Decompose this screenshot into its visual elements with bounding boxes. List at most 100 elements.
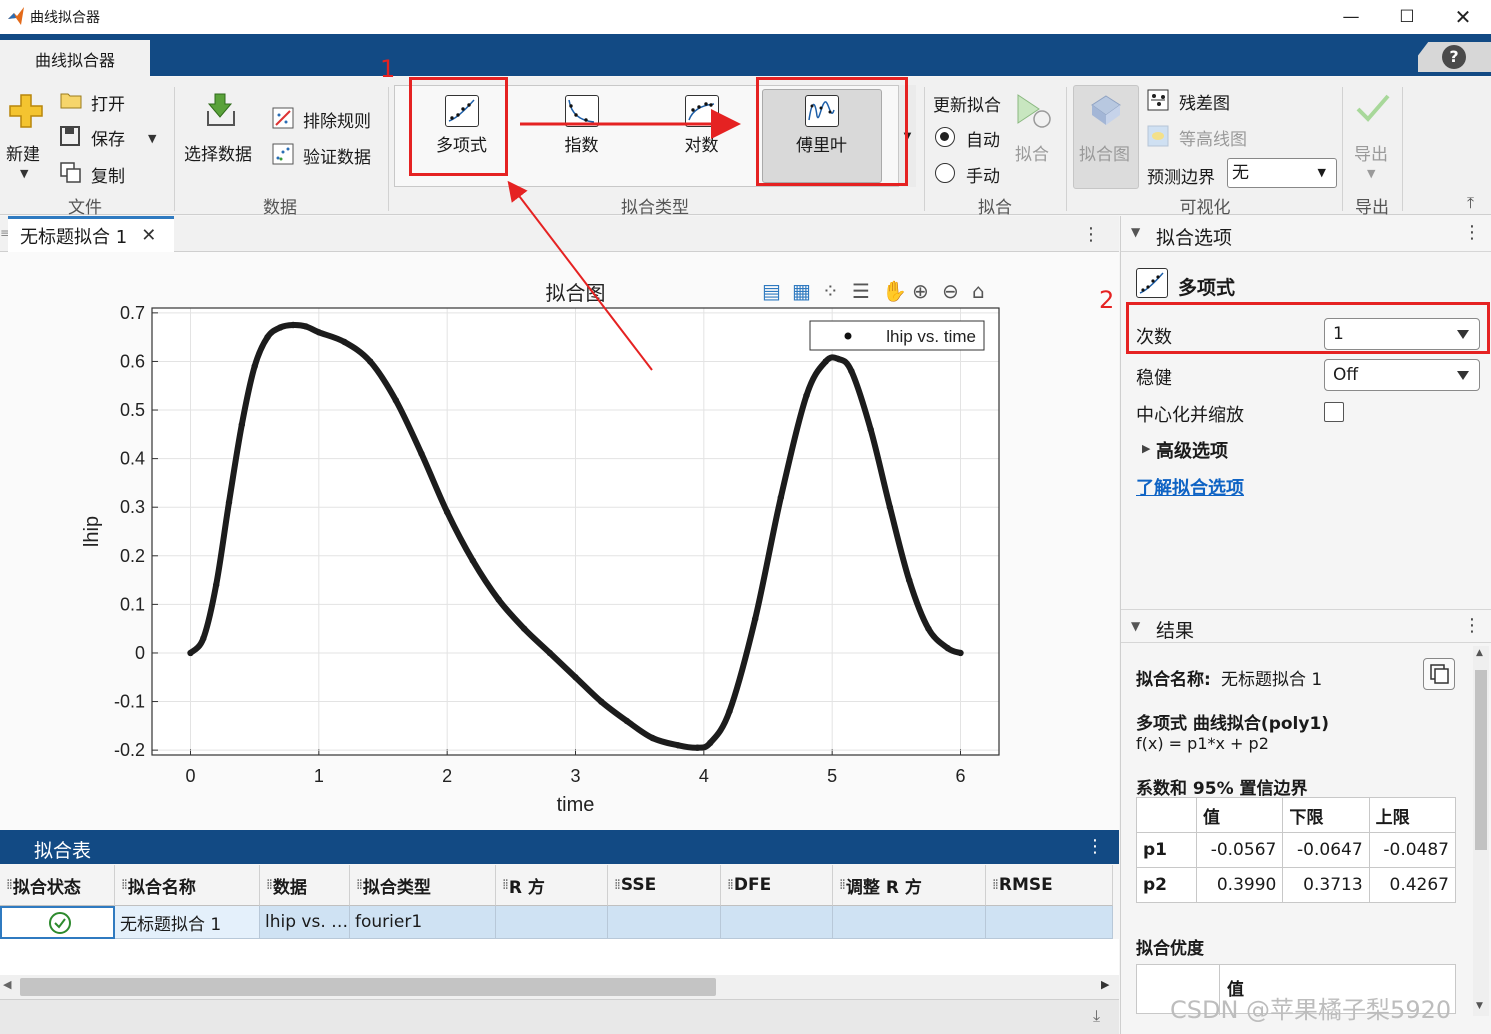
contour-plot-button[interactable]: 等高线图 (1179, 125, 1247, 150)
table-cell[interactable]: fourier1 (350, 906, 496, 939)
brush-icon[interactable]: ⁘ (822, 279, 839, 303)
validation-data-button[interactable]: 验证数据 (303, 143, 371, 168)
center-scale-checkbox[interactable] (1324, 402, 1344, 422)
table-cell[interactable] (721, 906, 833, 939)
tab-untitled-fit[interactable]: 无标题拟合 1 ✕ (8, 216, 174, 252)
column-header[interactable]: ⁞⁞ 数据 (260, 865, 350, 906)
pan-icon[interactable]: ✋ (882, 279, 907, 303)
collapse-arrow-icon: ▼ (1131, 619, 1141, 633)
column-header[interactable]: ⁞⁞ R 方 (496, 865, 608, 906)
table-cell[interactable] (496, 906, 608, 939)
help-icon[interactable]: ? (1442, 45, 1466, 69)
y-axis-label: lhip (81, 516, 103, 547)
results-scrollbar[interactable]: ▲ ▼ (1473, 646, 1489, 1016)
maximize-button[interactable]: ☐ (1379, 0, 1435, 34)
drag-grip-icon[interactable]: ⁞⁞ (839, 877, 846, 893)
fit-table-menu-icon[interactable]: ⋮ (1086, 836, 1104, 857)
scrollbar-thumb[interactable] (20, 978, 716, 996)
auto-radio[interactable] (935, 127, 955, 147)
chevron-down-icon (1457, 371, 1469, 380)
export-dropdown-icon[interactable]: ▼ (1367, 167, 1375, 180)
datatip-icon[interactable]: ☰ (852, 279, 870, 303)
degree-dropdown[interactable]: 1 (1324, 318, 1480, 350)
drag-grip-icon[interactable]: ⁞⁞ (992, 877, 999, 893)
advanced-options-toggle[interactable]: 高级选项 (1156, 437, 1228, 463)
save-dropdown-icon[interactable]: ▼ (148, 132, 156, 145)
table-cell[interactable] (986, 906, 1113, 939)
data-point (366, 358, 374, 365)
zoom-in-icon[interactable]: ⊕ (912, 279, 929, 303)
column-header[interactable]: ⁞⁞ DFE (721, 865, 833, 906)
fit-options-menu-icon[interactable]: ⋮ (1463, 222, 1481, 243)
home-icon[interactable]: ⌂ (972, 279, 985, 303)
column-header[interactable]: ⁞⁞ 拟合类型 (350, 865, 496, 906)
new-dropdown-icon[interactable]: ▼ (20, 167, 28, 180)
drag-grip-icon[interactable]: ⁞⁞ (727, 877, 734, 893)
data-point (694, 744, 701, 751)
data-point (546, 649, 554, 657)
scroll-right-icon[interactable]: ▶ (1101, 978, 1109, 991)
column-header[interactable]: ⁞⁞ 调整 R 方 (833, 865, 986, 906)
zoom-out-icon[interactable]: ⊖ (942, 279, 959, 303)
table-cell[interactable]: 无标题拟合 1 (115, 906, 260, 939)
drag-grip-icon[interactable]: ⁞⁞ (6, 877, 13, 893)
tab-curve-fitter[interactable]: 曲线拟合器 (0, 40, 150, 77)
drag-grip-icon[interactable]: ⁞⁞ (121, 877, 128, 893)
column-header[interactable]: ⁞⁞ 拟合状态 (0, 865, 115, 906)
fit-play-icon (1017, 94, 1051, 128)
exponential-icon (564, 95, 599, 127)
model-title: 多项式 曲线拟合(poly1) (1136, 714, 1330, 734)
minimize-button[interactable]: — (1323, 0, 1379, 34)
close-tab-icon[interactable]: ✕ (141, 225, 156, 246)
scrollbar-thumb[interactable] (1475, 670, 1487, 850)
drag-grip-icon[interactable]: ⁞⁞ (502, 877, 509, 893)
fit-type-logarithmic[interactable]: 对数 (649, 85, 754, 181)
new-plus-icon (9, 94, 43, 128)
expand-arrow-icon: ▶ (1142, 442, 1151, 455)
grid-icon[interactable]: ▦ (792, 279, 811, 303)
drag-grip-icon[interactable]: ⁞⁞ (614, 877, 621, 893)
drag-grip-icon[interactable]: ⁞⁞ (356, 877, 363, 893)
legend-icon[interactable]: ▤ (762, 279, 781, 303)
collapse-toolstrip-icon[interactable]: ⤒ (1467, 193, 1474, 213)
close-window-button[interactable]: ✕ (1435, 0, 1491, 34)
table-cell[interactable] (608, 906, 721, 939)
scroll-left-icon[interactable]: ◀ (3, 978, 11, 991)
fit-button[interactable]: 拟合 (1015, 140, 1049, 165)
learn-fit-options-link[interactable]: 了解拟合选项 (1136, 474, 1244, 500)
robust-dropdown[interactable]: Off (1324, 359, 1480, 391)
results-header[interactable]: ▼ 结果 ⋮ (1121, 609, 1491, 643)
new-button[interactable]: 新建 (6, 140, 40, 165)
select-data-button[interactable]: 选择数据 (184, 140, 252, 165)
prediction-bounds-dropdown[interactable]: 无 ▼ (1227, 158, 1337, 188)
fit-chart[interactable]: 0 1 2 3 4 5 6 0.7 0.6 0.5 0.4 0.3 0.2 0.1 0 -0.1 -0.2 拟合图… (0, 252, 1119, 830)
column-header[interactable]: ⁞⁞ 拟合名称 (115, 865, 260, 906)
residual-plot-button[interactable]: 残差图 (1179, 89, 1230, 114)
manual-radio[interactable] (935, 163, 955, 183)
fit-options-header[interactable]: ▼ 拟合选项 ⋮ (1121, 216, 1491, 252)
table-cell[interactable] (833, 906, 986, 939)
fit-type-exponential[interactable]: 指数 (529, 85, 634, 181)
collapse-arrow-icon: ▼ (1131, 225, 1141, 239)
document-menu-icon[interactable]: ⋮ (1082, 224, 1100, 245)
column-header[interactable]: ⁞⁞ SSE (608, 865, 721, 906)
exclusion-rules-button[interactable]: 排除规则 (303, 107, 371, 132)
horizontal-scrollbar[interactable]: ◀ ▶ (0, 975, 1119, 999)
collapse-panel-icon[interactable]: ⤓ (1093, 1006, 1100, 1026)
scroll-down-icon[interactable]: ▼ (1476, 1001, 1483, 1011)
scroll-up-icon[interactable]: ▲ (1476, 648, 1483, 658)
results-menu-icon[interactable]: ⋮ (1463, 615, 1481, 636)
data-point (225, 499, 233, 506)
save-button[interactable]: 保存 (91, 125, 125, 150)
data-point (264, 333, 271, 341)
chart-title: 拟合图 (546, 281, 606, 305)
copy-button[interactable]: 复制 (91, 162, 125, 187)
column-header[interactable]: ⁞⁞ RMSE (986, 865, 1113, 906)
table-cell[interactable]: lhip vs. … (260, 906, 350, 939)
data-point (674, 742, 682, 749)
table-cell[interactable] (0, 906, 115, 939)
export-button[interactable]: 导出 (1354, 140, 1388, 165)
open-button[interactable]: 打开 (91, 90, 125, 115)
copy-results-button[interactable] (1423, 658, 1455, 690)
drag-grip-icon[interactable]: ⁞⁞ (266, 877, 273, 893)
